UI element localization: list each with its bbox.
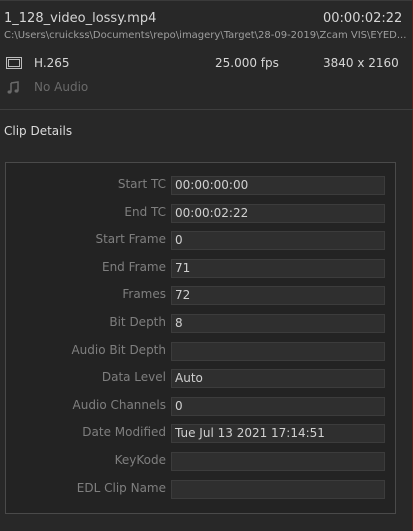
detail-label: Data Level — [101, 370, 166, 385]
detail-value-field[interactable]: 8 — [171, 314, 385, 333]
clip-duration: 00:00:02:22 — [323, 11, 403, 26]
section-title: Clip Details — [4, 124, 73, 138]
detail-label: Date Modified — [82, 425, 166, 440]
detail-row: Data Level Auto — [6, 368, 395, 389]
clip-name: 1_128_video_lossy.mp4 — [4, 11, 157, 26]
detail-row: Start TC 00:00:00:00 — [6, 175, 395, 195]
detail-value-field[interactable] — [171, 479, 385, 499]
detail-value-field[interactable]: Auto — [171, 369, 385, 389]
detail-value-field[interactable] — [171, 341, 385, 361]
detail-label: Start Frame — [95, 232, 166, 247]
detail-label: Frames — [122, 287, 166, 302]
detail-row: Bit Depth 8 — [6, 313, 395, 333]
detail-value-field[interactable]: 71 — [171, 258, 385, 278]
clip-details-panel: Start TC 00:00:00:00 End TC 00:00:02:22 Star… — [5, 162, 396, 514]
detail-row: End Frame 71 — [6, 258, 395, 278]
detail-label: KeyKode — [114, 453, 166, 467]
detail-value-field[interactable] — [171, 452, 385, 471]
detail-row: Start Frame 0 — [6, 230, 395, 251]
detail-row: Audio Bit Depth — [6, 341, 395, 361]
clip-path: C:\Users\cruickss\Documents\repo\imagery… — [4, 30, 407, 41]
detail-row: Date Modified Tue Jul 13 2021 17:14:51 — [6, 423, 395, 444]
detail-label: Bit Depth — [109, 315, 166, 329]
detail-row: KeyKode — [6, 451, 395, 471]
detail-label: End Frame — [101, 259, 166, 274]
audio-status: No Audio — [34, 80, 89, 94]
detail-value-field[interactable]: 00:00:02:22 — [171, 203, 385, 223]
detail-label: Audio Bit Depth — [71, 342, 166, 357]
detail-row: EDL Clip Name — [6, 479, 395, 499]
video-codec: H.265 — [34, 56, 70, 70]
detail-label: EDL Clip Name — [76, 480, 166, 495]
detail-value-field[interactable]: 0 — [171, 396, 385, 416]
music-note-icon — [6, 81, 20, 98]
detail-label: Start TC — [117, 177, 166, 191]
section-divider — [0, 109, 413, 110]
frame-rate: 25.000 fps — [215, 56, 279, 70]
audio-track-row: No Audio — [0, 78, 413, 98]
detail-row: Frames 72 — [6, 285, 395, 306]
video-track-row: H.265 25.000 fps 3840 x 2160 — [0, 54, 413, 74]
detail-value-field[interactable]: Tue Jul 13 2021 17:14:51 — [171, 424, 385, 444]
detail-label: End TC — [124, 204, 166, 219]
top-border — [0, 0, 413, 1]
film-icon — [6, 57, 22, 72]
detail-label: Audio Channels — [72, 397, 166, 412]
detail-row: End TC 00:00:02:22 — [6, 203, 395, 223]
detail-value-field[interactable]: 0 — [171, 231, 385, 251]
detail-row: Audio Channels 0 — [6, 396, 395, 416]
detail-value-field[interactable]: 72 — [171, 286, 385, 306]
resolution: 3840 x 2160 — [323, 56, 399, 70]
detail-value-field[interactable]: 00:00:00:00 — [171, 176, 385, 195]
